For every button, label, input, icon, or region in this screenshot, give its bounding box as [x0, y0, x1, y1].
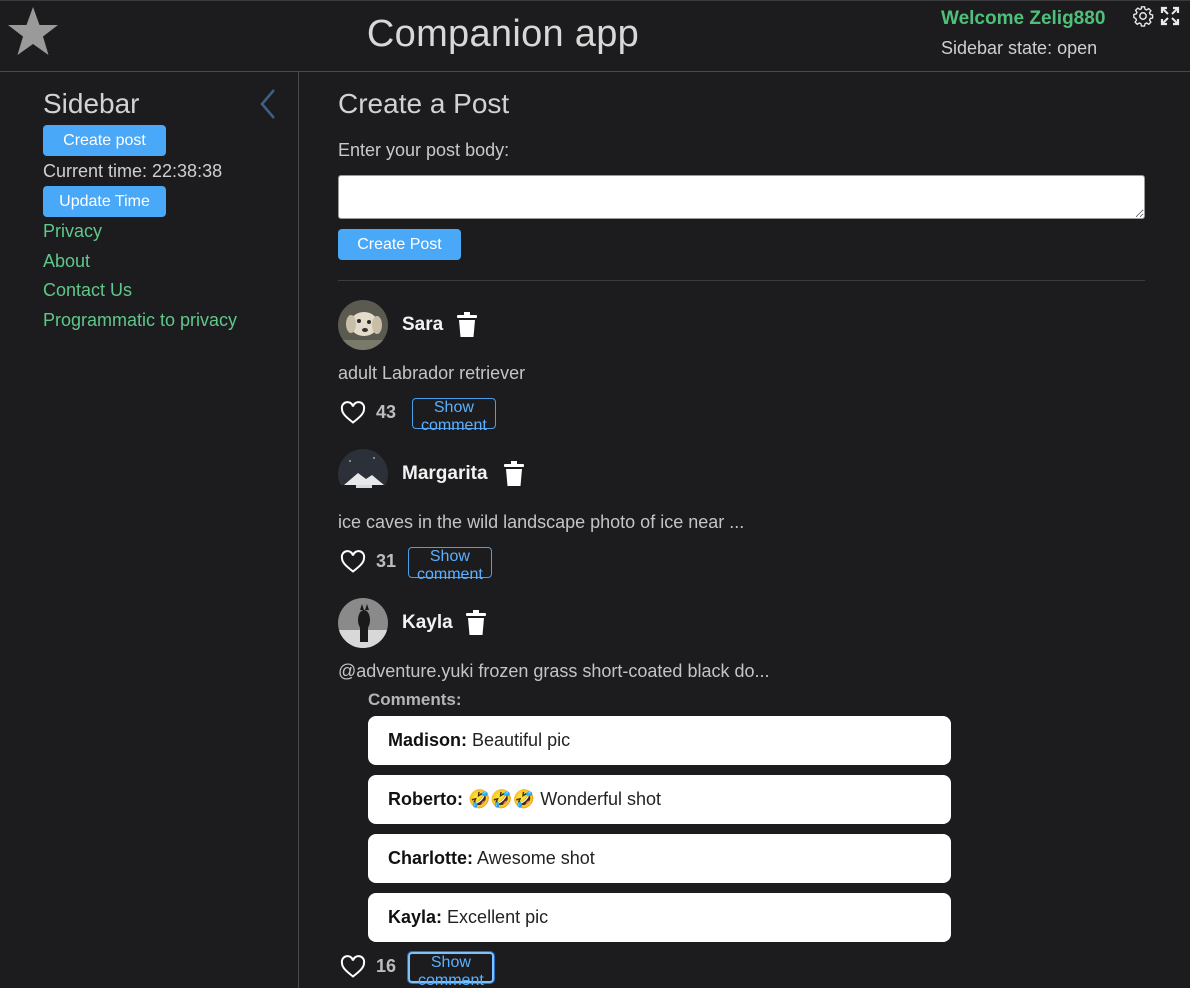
- sidebar-title: Sidebar: [43, 88, 140, 119]
- trash-icon[interactable]: [465, 610, 487, 636]
- comments-label: Comments:: [368, 690, 462, 709]
- like-count: 43: [376, 402, 397, 422]
- comment-author: Charlotte:: [388, 848, 473, 868]
- comment-author: Madison:: [388, 730, 467, 750]
- post-author: Kayla: [402, 612, 453, 633]
- like-count: 16: [376, 956, 397, 976]
- update-time-button[interactable]: Update Time: [43, 186, 166, 217]
- sidebar-link-programmatic-privacy[interactable]: Programmatic to privacy: [43, 310, 237, 331]
- heart-icon[interactable]: [340, 550, 366, 574]
- post-body-label: Enter your post body:: [338, 140, 510, 160]
- trash-icon[interactable]: [503, 461, 525, 487]
- divider: [338, 280, 1145, 281]
- comment-item: Madison: Beautiful pic: [368, 716, 951, 765]
- show-comment-button[interactable]: Show comment: [412, 398, 496, 434]
- post-body-input[interactable]: [338, 175, 1145, 219]
- page-title: Create a Post: [338, 88, 510, 119]
- comment-item: Kayla: Excellent pic: [368, 893, 951, 942]
- like-count: 31: [376, 551, 397, 571]
- gear-icon[interactable]: [1132, 5, 1154, 27]
- heart-icon[interactable]: [340, 955, 366, 979]
- post-author: Sara: [402, 314, 444, 335]
- avatar: [338, 300, 388, 350]
- avatar: [338, 598, 388, 648]
- comment-author: Roberto:: [388, 789, 463, 809]
- app-title: Companion app: [366, 13, 640, 55]
- app-header: Companion app Welcome Zelig880 Sidebar s…: [0, 0, 1190, 72]
- sidebar-link-privacy[interactable]: Privacy: [43, 221, 102, 242]
- post-body: @adventure.yuki frozen grass short-coate…: [338, 661, 770, 681]
- show-comment-button[interactable]: Show comment: [408, 952, 494, 988]
- post-body: adult Labrador retriever: [338, 363, 526, 383]
- sidebar-link-about[interactable]: About: [43, 251, 90, 272]
- sidebar: Sidebar Create post Current time: 22:38:…: [0, 72, 299, 988]
- comment-item: Charlotte: Awesome shot: [368, 834, 951, 883]
- comment-text: Beautiful pic: [472, 730, 571, 750]
- sidebar-create-post-button[interactable]: Create post: [43, 125, 166, 156]
- sidebar-link-contact-us[interactable]: Contact Us: [43, 280, 132, 301]
- comment-text: Awesome shot: [477, 848, 595, 868]
- current-time: Current time: 22:38:38: [43, 161, 223, 181]
- fullscreen-icon[interactable]: [1160, 6, 1180, 26]
- post-author: Margarita: [402, 463, 488, 484]
- avatar: [338, 449, 388, 499]
- comment-author: Kayla:: [388, 907, 443, 927]
- main-content: Create a Post Enter your post body: Crea…: [300, 72, 1190, 988]
- comment-text: Excellent pic: [447, 907, 549, 927]
- trash-icon[interactable]: [456, 312, 478, 338]
- heart-icon[interactable]: [340, 401, 366, 425]
- post-body: ice caves in the wild landscape photo of…: [338, 512, 745, 532]
- welcome-message: Welcome Zelig880: [941, 8, 1106, 29]
- comment-item: Roberto: 🤣🤣🤣 Wonderful shot: [368, 775, 951, 824]
- comment-text: 🤣🤣🤣 Wonderful shot: [468, 789, 661, 809]
- show-comment-button[interactable]: Show comment: [408, 547, 492, 583]
- create-post-button[interactable]: Create Post: [338, 229, 461, 260]
- sidebar-state-text: Sidebar state: open: [941, 38, 1098, 58]
- chevron-left-icon[interactable]: [256, 86, 280, 122]
